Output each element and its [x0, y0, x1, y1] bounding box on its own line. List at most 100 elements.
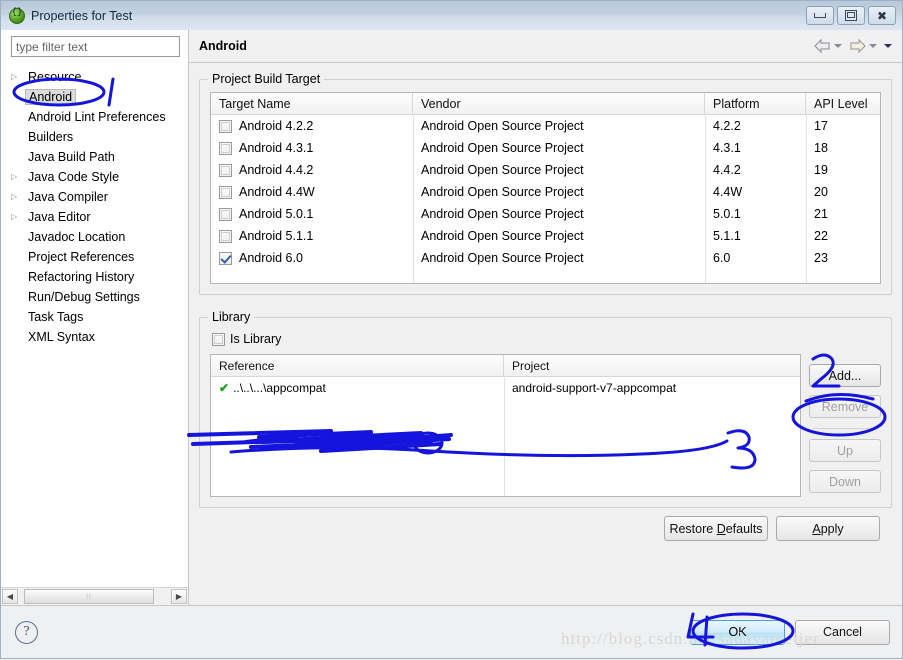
- cell-target-name: Android 4.4W: [211, 181, 413, 203]
- restore-button[interactable]: [837, 6, 865, 25]
- library-buttons: Add... Remove Up Down: [809, 354, 881, 497]
- sidebar-item-java-build-path[interactable]: Java Build Path: [1, 147, 188, 167]
- apply-button[interactable]: Apply: [776, 516, 880, 541]
- scroll-right-icon[interactable]: ▶: [171, 589, 187, 604]
- reference-path-label: ..\..\...\appcompat: [233, 381, 326, 395]
- sidebar-item-java-code-style[interactable]: ▷ Java Code Style: [1, 167, 188, 187]
- restore-defaults-button[interactable]: Restore Defaults: [664, 516, 768, 541]
- window-title: Properties for Test: [31, 8, 133, 23]
- is-library-label: Is Library: [230, 332, 282, 346]
- sidebar-item-project-references[interactable]: Project References: [1, 247, 188, 267]
- filter-container: [1, 36, 188, 61]
- library-up-button[interactable]: Up: [809, 439, 881, 462]
- cancel-button[interactable]: Cancel: [795, 619, 890, 645]
- cell-vendor: Android Open Source Project: [421, 163, 584, 177]
- sidebar-item-refactoring-history[interactable]: Refactoring History: [1, 267, 188, 287]
- row-checkbox[interactable]: [219, 141, 232, 155]
- row-checkbox[interactable]: [219, 229, 232, 243]
- column-header-vendor[interactable]: Vendor: [413, 93, 705, 114]
- row-checkbox[interactable]: [219, 119, 232, 133]
- scrollbar-thumb[interactable]: ⦙⦙: [24, 589, 154, 604]
- sidebar-item-run-debug-settings[interactable]: Run/Debug Settings: [1, 287, 188, 307]
- help-icon[interactable]: ?: [15, 620, 38, 644]
- column-header-target-name[interactable]: Target Name: [211, 93, 413, 114]
- cell-vendor: Android Open Source Project: [421, 229, 584, 243]
- target-name-label: Android 4.2.2: [239, 119, 314, 133]
- sidebar-item-task-tags[interactable]: Task Tags: [1, 307, 188, 327]
- page-action-buttons: Restore Defaults Apply: [199, 508, 892, 547]
- apply-label: Apply: [812, 521, 844, 536]
- expand-chevron-icon[interactable]: ▷: [11, 193, 25, 201]
- expand-chevron-icon[interactable]: ▷: [11, 173, 25, 181]
- table-row[interactable]: Android 4.3.1 Android Open Source Projec…: [211, 137, 880, 159]
- library-table-row[interactable]: ✔ ..\..\...\appcompat android-support-v7…: [211, 377, 800, 399]
- target-name-label: Android 4.4.2: [239, 163, 314, 177]
- table-row[interactable]: Android 4.2.2 Android Open Source Projec…: [211, 115, 880, 137]
- sidebar-item-java-compiler[interactable]: ▷ Java Compiler: [1, 187, 188, 207]
- sidebar-item-label: Java Compiler: [28, 190, 108, 204]
- table-header-row: Reference Project: [211, 355, 800, 377]
- sidebar-item-android-lint-preferences[interactable]: Android Lint Preferences: [1, 107, 188, 127]
- view-menu-icon[interactable]: [884, 44, 892, 48]
- sidebar-item-label: Java Editor: [28, 210, 91, 224]
- row-checkbox[interactable]: [219, 207, 232, 221]
- forward-dropdown-icon[interactable]: [869, 44, 877, 48]
- build-target-table[interactable]: Target Name Vendor Platform API Level An…: [210, 92, 881, 284]
- close-button[interactable]: ✖: [868, 6, 896, 25]
- library-remove-button[interactable]: Remove: [809, 395, 881, 418]
- column-header-project[interactable]: Project: [504, 355, 800, 376]
- cell-platform: 5.1.1: [713, 229, 741, 243]
- row-checkbox[interactable]: [219, 251, 232, 265]
- is-library-row[interactable]: Is Library: [212, 332, 881, 346]
- table-row[interactable]: Android 4.4.2 Android Open Source Projec…: [211, 159, 880, 181]
- column-header-platform[interactable]: Platform: [705, 93, 806, 114]
- content-panel: Project Build Target Target Name Vendor …: [189, 63, 902, 605]
- group-title: Library: [208, 310, 255, 324]
- sidebar-item-xml-syntax[interactable]: XML Syntax: [1, 327, 188, 347]
- row-checkbox[interactable]: [219, 185, 232, 199]
- is-library-checkbox[interactable]: [212, 332, 225, 346]
- expand-chevron-icon[interactable]: ▷: [11, 73, 25, 81]
- scroll-left-icon[interactable]: ◀: [2, 589, 18, 604]
- row-checkbox[interactable]: [219, 163, 232, 177]
- target-name-label: Android 4.4W: [239, 185, 315, 199]
- table-row[interactable]: Android 4.4W Android Open Source Project…: [211, 181, 880, 203]
- sidebar-item-java-editor[interactable]: ▷ Java Editor: [1, 207, 188, 227]
- library-add-button[interactable]: Add...: [809, 364, 881, 387]
- cell-api-level: 20: [814, 185, 828, 199]
- library-body: Reference Project ✔ ..\..\...\appcompat …: [210, 354, 881, 497]
- back-arrow-icon[interactable]: [814, 39, 831, 53]
- table-row[interactable]: Android 6.0 Android Open Source Project …: [211, 247, 880, 269]
- expand-chevron-icon[interactable]: ▷: [11, 213, 25, 221]
- scrollbar-track[interactable]: ⦙⦙: [18, 589, 171, 604]
- sidebar-item-builders[interactable]: Builders: [1, 127, 188, 147]
- sidebar-item-android[interactable]: Android: [1, 87, 188, 107]
- table-row[interactable]: Android 5.0.1 Android Open Source Projec…: [211, 203, 880, 225]
- column-header-reference[interactable]: Reference: [211, 355, 504, 376]
- properties-dialog: Properties for Test ✖ ▷ Resource Android: [0, 0, 903, 659]
- restore-defaults-label: Restore Defaults: [669, 521, 763, 536]
- library-table[interactable]: Reference Project ✔ ..\..\...\appcompat …: [210, 354, 801, 497]
- library-table-wrap: Reference Project ✔ ..\..\...\appcompat …: [210, 354, 801, 497]
- cell-api-level: 22: [814, 229, 828, 243]
- minimize-button[interactable]: [806, 6, 834, 25]
- column-header-api-level[interactable]: API Level: [806, 93, 880, 114]
- sidebar-item-label: Resource: [28, 70, 82, 84]
- library-down-button[interactable]: Down: [809, 470, 881, 493]
- back-dropdown-icon[interactable]: [834, 44, 842, 48]
- column-divider: [806, 114, 807, 283]
- cell-project: android-support-v7-appcompat: [512, 381, 677, 395]
- forward-arrow-icon[interactable]: [849, 39, 866, 53]
- status-check-icon: ✔: [219, 381, 230, 395]
- dialog-footer: ? OK Cancel: [1, 605, 902, 658]
- sidebar-item-label: Android: [25, 89, 77, 105]
- sidebar-horizontal-scrollbar[interactable]: ◀ ⦙⦙ ▶: [1, 587, 188, 605]
- sidebar-item-resource[interactable]: ▷ Resource: [1, 67, 188, 87]
- table-row[interactable]: Android 5.1.1 Android Open Source Projec…: [211, 225, 880, 247]
- ok-button[interactable]: OK: [690, 619, 785, 645]
- sidebar-item-label: Run/Debug Settings: [28, 290, 140, 304]
- sidebar-item-label: Java Build Path: [28, 150, 115, 164]
- close-icon: ✖: [876, 8, 888, 23]
- sidebar-item-javadoc-location[interactable]: Javadoc Location: [1, 227, 188, 247]
- filter-input[interactable]: [11, 36, 180, 57]
